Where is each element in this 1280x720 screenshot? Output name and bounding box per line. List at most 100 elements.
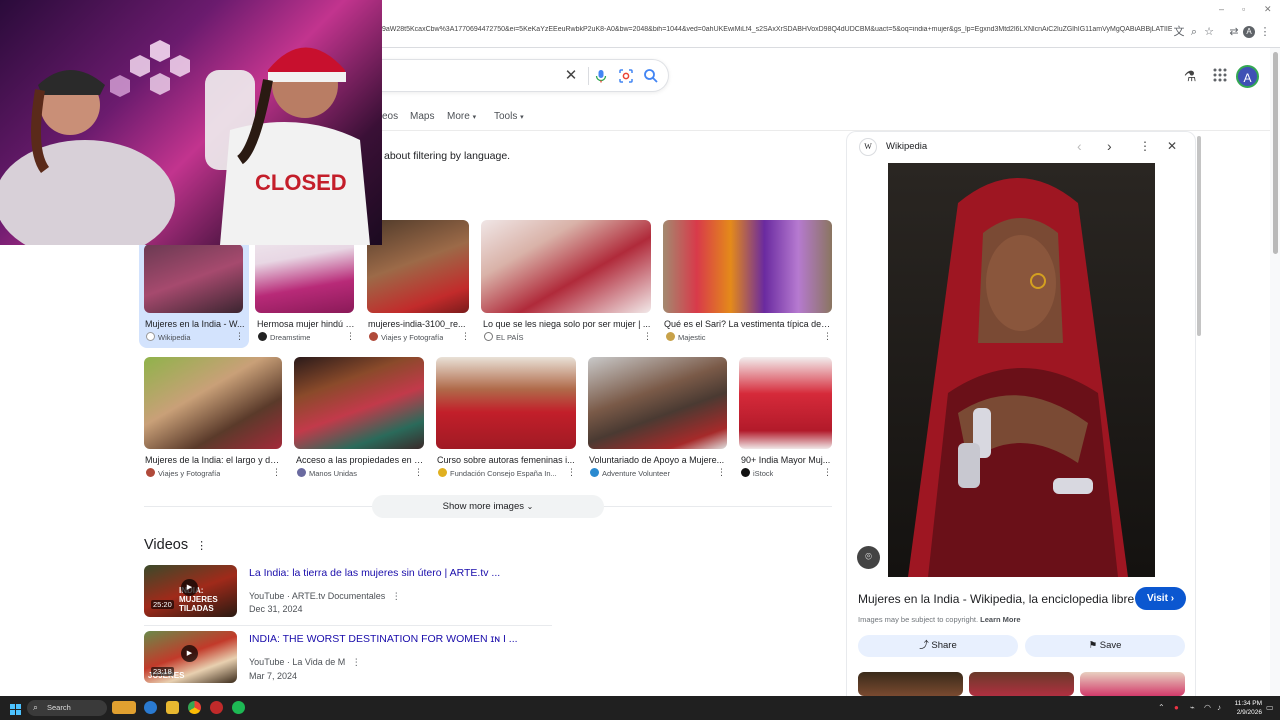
url-text[interactable]: 9aW28t5KcaxCbw%3A1770694472750&ei=5KeKaY… xyxy=(382,26,1172,40)
panel-scrollbar[interactable] xyxy=(1197,136,1201,336)
volume-icon[interactable]: ♪ xyxy=(1217,703,1221,712)
more-options-icon[interactable]: ⋮ xyxy=(414,467,423,478)
more-options-icon[interactable]: ⋮ xyxy=(235,331,244,342)
more-options-icon[interactable]: ⋮ xyxy=(823,467,832,478)
taskbar-search[interactable]: Search xyxy=(27,700,107,716)
play-icon[interactable]: ▶ xyxy=(181,645,198,662)
chrome-icon[interactable] xyxy=(188,701,201,714)
video-title-link[interactable]: INDIA: THE WORST DESTINATION FOR WOMEN ɪ… xyxy=(249,633,518,645)
image-caption[interactable]: 90+ India Mayor Muj... xyxy=(741,455,831,465)
image-source[interactable]: Manos Unidas xyxy=(297,468,357,478)
minimize-icon[interactable]: – xyxy=(1219,4,1224,14)
image-thumbnail[interactable] xyxy=(663,220,832,313)
panel-more-options-icon[interactable]: ⋮ xyxy=(1139,139,1151,153)
bookmark-star-icon[interactable]: ☆ xyxy=(1202,25,1216,39)
tab-videos[interactable]: eos xyxy=(382,111,398,122)
image-caption[interactable]: Curso sobre autoras femeninas i... xyxy=(437,455,576,465)
page-scrollbar-thumb[interactable] xyxy=(1273,52,1278,254)
related-image-thumbnail[interactable] xyxy=(858,672,963,696)
more-options-icon[interactable]: ⋮ xyxy=(272,467,281,478)
image-thumbnail[interactable] xyxy=(294,357,424,449)
notifications-icon[interactable]: ▭ xyxy=(1266,703,1274,712)
image-caption[interactable]: mujeres-india-3100_re... xyxy=(368,319,468,329)
image-source[interactable]: Viajes y Fotografía xyxy=(369,332,443,342)
more-options-icon[interactable]: ⋮ xyxy=(392,591,401,601)
labs-flask-icon[interactable]: ⚗ xyxy=(1182,68,1198,84)
file-explorer-icon[interactable] xyxy=(166,701,179,714)
tab-maps[interactable]: Maps xyxy=(410,111,434,122)
panel-preview-image[interactable] xyxy=(888,163,1155,577)
more-options-icon[interactable]: ⋮ xyxy=(823,331,832,342)
learn-more-link[interactable]: Learn More xyxy=(980,615,1020,624)
more-options-icon[interactable]: ⋮ xyxy=(461,331,470,342)
more-options-icon[interactable]: ⋮ xyxy=(346,331,355,342)
image-source[interactable]: Dreamstime xyxy=(258,332,310,342)
close-panel-icon[interactable]: ✕ xyxy=(1167,139,1177,153)
image-caption[interactable]: Voluntariado de Apoyo a Mujere... xyxy=(589,455,727,465)
previous-image-icon[interactable]: ‹ xyxy=(1077,138,1082,154)
image-thumbnail[interactable] xyxy=(481,220,651,313)
extensions-icon[interactable]: ⇄ xyxy=(1227,25,1241,39)
image-thumbnail[interactable] xyxy=(144,244,243,313)
show-more-images-button[interactable]: Show more images ⌄ xyxy=(372,495,604,518)
image-thumbnail[interactable] xyxy=(367,220,469,313)
edge-icon[interactable] xyxy=(144,701,157,714)
network-icon[interactable]: ⌁ xyxy=(1190,703,1195,712)
image-caption[interactable]: Hermosa mujer hindú i... xyxy=(257,319,355,329)
apps-grid-icon[interactable] xyxy=(1212,68,1228,84)
tab-tools[interactable]: Tools ▾ xyxy=(494,111,524,122)
image-source[interactable]: Wikipedia xyxy=(146,332,191,342)
image-source[interactable]: Fundación Consejo España In... xyxy=(438,468,568,478)
image-caption[interactable]: Qué es el Sari? La vestimenta típica de … xyxy=(664,319,832,329)
image-thumbnail[interactable] xyxy=(739,357,832,449)
taskbar-clock[interactable]: 11:34 PM 2/9/2026 xyxy=(1226,699,1262,717)
clear-search-icon[interactable]: ✕ xyxy=(563,68,579,84)
search-icon[interactable] xyxy=(643,68,659,84)
translate-icon[interactable]: 文 xyxy=(1172,25,1186,39)
more-options-icon[interactable]: ⋮ xyxy=(717,467,726,478)
image-source[interactable]: Adventure Volunteer xyxy=(590,468,670,478)
panel-site-name[interactable]: Wikipedia xyxy=(886,141,927,152)
play-icon[interactable]: ▶ xyxy=(181,579,198,596)
close-window-icon[interactable]: ✕ xyxy=(1264,4,1272,15)
account-avatar[interactable]: A xyxy=(1236,65,1259,88)
image-source[interactable]: Majestic xyxy=(666,332,706,342)
more-options-icon[interactable]: ⋮ xyxy=(196,540,207,552)
related-image-thumbnail[interactable] xyxy=(1080,672,1185,696)
more-options-icon[interactable]: ⋮ xyxy=(643,331,652,342)
wifi-icon[interactable]: ◠ xyxy=(1204,703,1211,712)
related-image-thumbnail[interactable] xyxy=(969,672,1074,696)
share-button[interactable]: ⤴ Share xyxy=(858,635,1018,657)
tab-more[interactable]: More ▾ xyxy=(447,111,476,122)
more-options-icon[interactable]: ⋮ xyxy=(567,467,576,478)
widget-icon[interactable] xyxy=(112,701,136,714)
image-caption[interactable]: Lo que se les niega solo por ser mujer |… xyxy=(483,319,651,329)
microphone-icon[interactable] xyxy=(593,68,609,84)
obs-icon[interactable] xyxy=(210,701,223,714)
image-caption[interactable]: Acceso a las propiedades en Í... xyxy=(296,455,424,465)
visit-button[interactable]: Visit › xyxy=(1135,587,1186,610)
panel-title[interactable]: Mujeres en la India - Wikipedia, la enci… xyxy=(858,592,1134,606)
image-caption[interactable]: Mujeres en la India - W... xyxy=(145,319,245,329)
profile-icon[interactable]: A xyxy=(1243,26,1255,38)
image-thumbnail[interactable] xyxy=(144,357,282,449)
lens-search-button[interactable]: ⌾ xyxy=(857,546,880,569)
windows-start-icon[interactable] xyxy=(10,702,21,720)
video-title-link[interactable]: La India: la tierra de las mujeres sin ú… xyxy=(249,567,500,579)
tray-app-icon[interactable]: ● xyxy=(1174,703,1179,712)
image-source[interactable]: EL PAÍS xyxy=(484,332,524,342)
image-thumbnail[interactable] xyxy=(588,357,727,449)
image-thumbnail[interactable] xyxy=(436,357,576,449)
browser-menu-icon[interactable]: ⋮ xyxy=(1258,25,1272,39)
more-options-icon[interactable]: ⋮ xyxy=(352,657,361,667)
image-caption[interactable]: Mujeres de la India: el largo y du... xyxy=(145,455,281,465)
save-button[interactable]: ⚑ Save xyxy=(1025,635,1185,657)
image-source[interactable]: Viajes y Fotografía xyxy=(146,468,220,478)
next-image-icon[interactable]: › xyxy=(1107,138,1112,154)
maximize-icon[interactable]: ▫ xyxy=(1242,4,1245,14)
zoom-icon[interactable]: ⌕ xyxy=(1187,25,1201,39)
tray-chevron-icon[interactable]: ⌃ xyxy=(1158,703,1165,712)
lens-icon[interactable] xyxy=(618,68,634,84)
image-source[interactable]: iStock xyxy=(741,468,773,478)
spotify-icon[interactable] xyxy=(232,701,245,714)
